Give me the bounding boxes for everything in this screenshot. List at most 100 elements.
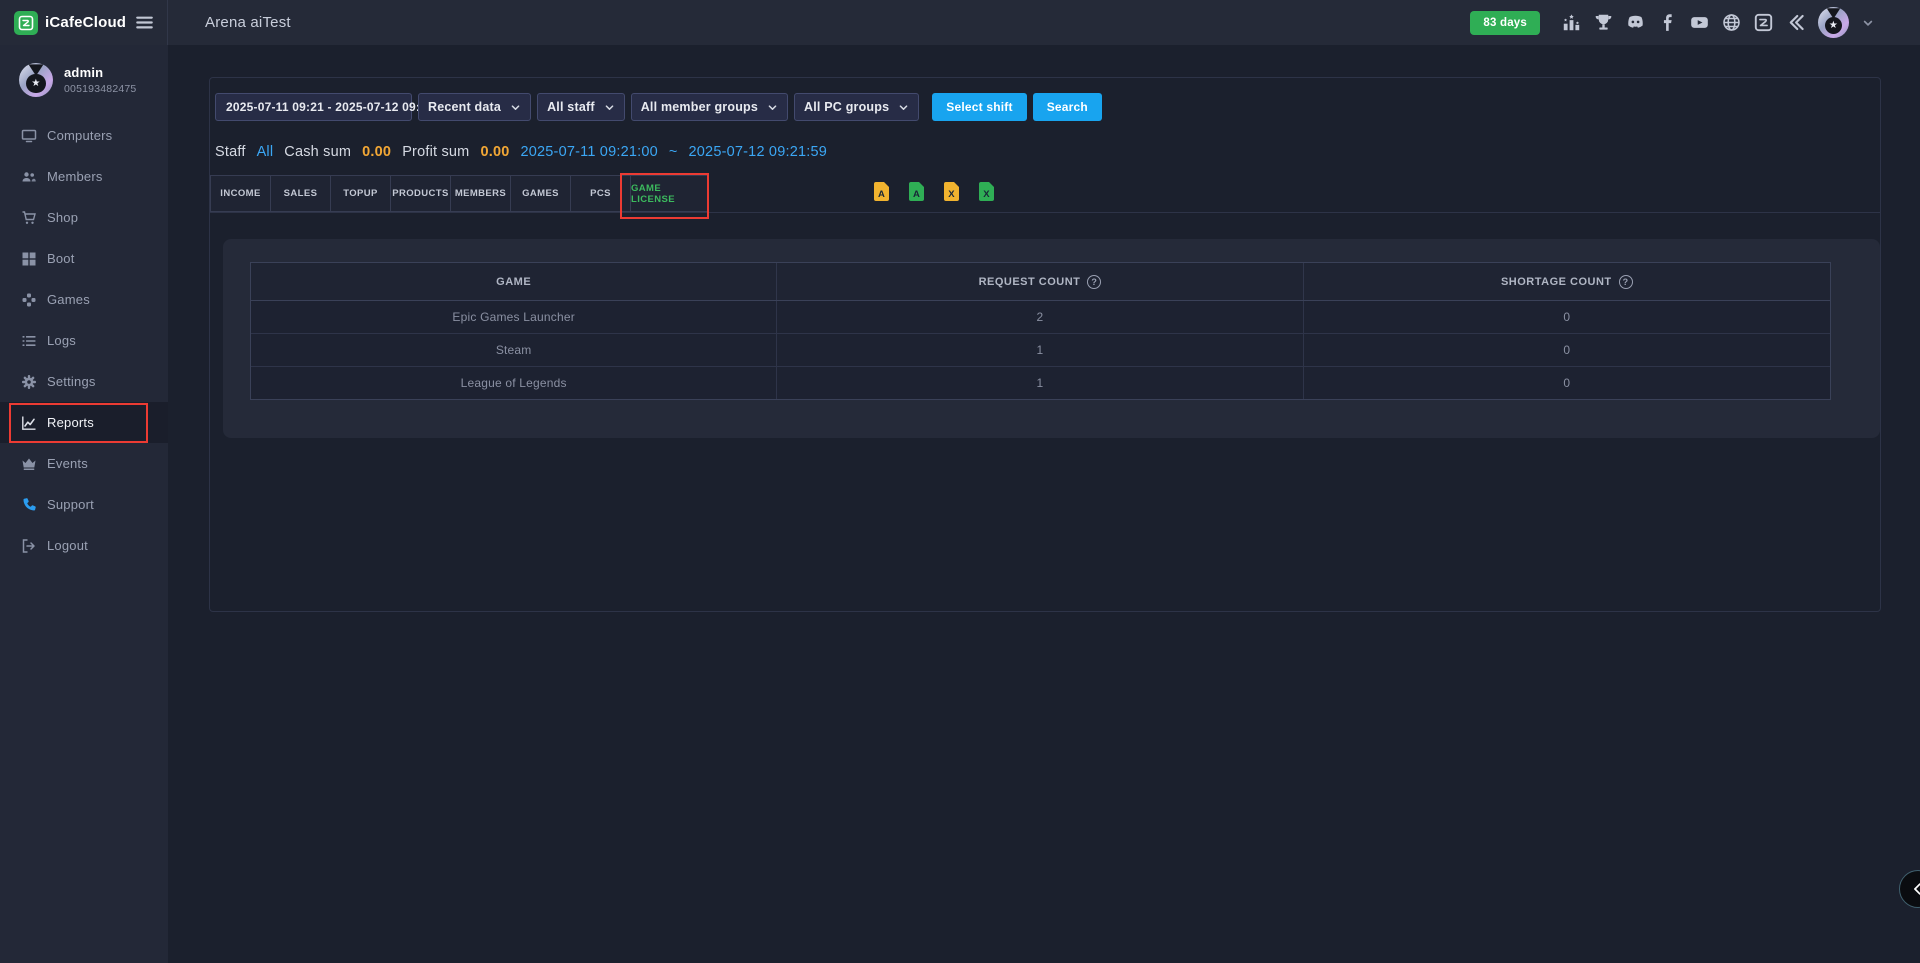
- tab-pcs[interactable]: PCS: [570, 175, 631, 212]
- hamburger-menu-icon[interactable]: [135, 13, 154, 32]
- tab-income[interactable]: INCOME: [210, 175, 271, 212]
- sidebar-item-shop[interactable]: Shop: [0, 197, 168, 238]
- period-separator: ~: [669, 144, 678, 160]
- reports-panel: 2025-07-11 09:21 - 2025-07-12 09:21 Rece…: [209, 77, 1881, 612]
- export-excel-green-button[interactable]: X: [979, 182, 994, 201]
- sidebar-item-logout[interactable]: Logout: [0, 525, 168, 566]
- list-icon: [21, 333, 37, 349]
- table-body: Epic Games Launcher20Steam10League of Le…: [251, 301, 1830, 399]
- youtube-icon[interactable]: [1690, 13, 1709, 32]
- column-label: GAME: [496, 276, 531, 288]
- sidebar-item-settings[interactable]: Settings: [0, 361, 168, 402]
- dropdown-value: All member groups: [641, 100, 758, 114]
- icafe-icon[interactable]: [1754, 13, 1773, 32]
- table-cell: 1: [777, 334, 1303, 366]
- chevron-down-icon: [767, 102, 778, 113]
- help-icon[interactable]: ?: [1087, 275, 1101, 289]
- sidebar-item-label: Logs: [47, 333, 76, 348]
- users-icon: [21, 169, 37, 185]
- export-pdf-green-button[interactable]: A: [909, 182, 924, 201]
- help-icon[interactable]: ?: [1619, 275, 1633, 289]
- sidebar-item-label: Events: [47, 456, 88, 471]
- tab-members[interactable]: MEMBERS: [450, 175, 511, 212]
- tab-products[interactable]: PRODUCTS: [390, 175, 451, 212]
- gear-icon: [21, 374, 37, 390]
- table-header-row: GAMEREQUEST COUNT?SHORTAGE COUNT?: [251, 263, 1830, 301]
- table-column-header-1: REQUEST COUNT?: [777, 263, 1303, 300]
- ranking-icon[interactable]: [1562, 13, 1581, 32]
- select-shift-button[interactable]: Select shift: [932, 93, 1026, 121]
- recent-data-select[interactable]: Recent data: [418, 93, 531, 121]
- account-chevron-down-icon[interactable]: [1862, 17, 1874, 29]
- sidebar-item-label: Logout: [47, 538, 88, 553]
- staff-value[interactable]: All: [257, 144, 274, 160]
- windows-icon: [21, 251, 37, 267]
- sidebar-item-games[interactable]: Games: [0, 279, 168, 320]
- cash-sum-value: 0.00: [362, 144, 391, 160]
- pc-groups-select[interactable]: All PC groups: [794, 93, 919, 121]
- facebook-icon[interactable]: [1658, 13, 1677, 32]
- export-pdf-yellow-button[interactable]: A: [874, 182, 889, 201]
- sidebar-item-label: Games: [47, 292, 90, 307]
- main-content: 2025-07-11 09:21 - 2025-07-12 09:21 Rece…: [168, 45, 1920, 963]
- topbar: iCafeCloud Arena aiTest 83 days ★: [0, 0, 1920, 45]
- cash-sum-label: Cash sum: [284, 144, 351, 160]
- table-cell: 0: [1304, 334, 1830, 366]
- export-excel-yellow-button[interactable]: X: [944, 182, 959, 201]
- report-card: GAMEREQUEST COUNT?SHORTAGE COUNT? Epic G…: [223, 239, 1880, 438]
- sidebar-item-support[interactable]: Support: [0, 484, 168, 525]
- brand-name: iCafeCloud: [45, 14, 126, 31]
- table-cell: 2: [777, 301, 1303, 333]
- icafecloud-logo[interactable]: iCafeCloud: [14, 11, 126, 35]
- sidebar-item-label: Members: [47, 169, 103, 184]
- tab-sales[interactable]: SALES: [270, 175, 331, 212]
- sidebar-user-info: admin 005193482475: [64, 65, 136, 95]
- table-row[interactable]: Epic Games Launcher20: [251, 301, 1830, 334]
- logout-icon: [21, 538, 37, 554]
- sidebar-user-block: ★ admin 005193482475: [0, 45, 168, 97]
- sidebar: ★ admin 005193482475 Computers Members Sho…: [0, 45, 168, 963]
- table-row[interactable]: Steam10: [251, 334, 1830, 367]
- globe-icon[interactable]: [1722, 13, 1741, 32]
- sidebar-item-reports[interactable]: Reports: [0, 402, 168, 443]
- tab-game-license[interactable]: GAME LICENSE: [630, 175, 708, 212]
- staff-select[interactable]: All staff: [537, 93, 625, 121]
- date-range-input[interactable]: 2025-07-11 09:21 - 2025-07-12 09:21: [215, 93, 412, 121]
- profit-sum-label: Profit sum: [402, 144, 469, 160]
- chevron-down-icon: [898, 102, 909, 113]
- chevrons-icon[interactable]: [1786, 13, 1805, 32]
- profit-sum-value: 0.00: [480, 144, 509, 160]
- trophy-icon[interactable]: [1594, 13, 1613, 32]
- sidebar-item-events[interactable]: Events: [0, 443, 168, 484]
- column-label: REQUEST COUNT: [979, 276, 1081, 288]
- user-avatar[interactable]: ★: [1818, 7, 1849, 38]
- sidebar-item-computers[interactable]: Computers: [0, 115, 168, 156]
- table-cell: Steam: [251, 334, 777, 366]
- monitor-icon: [21, 128, 37, 144]
- sidebar-item-label: Support: [47, 497, 94, 512]
- member-groups-select[interactable]: All member groups: [631, 93, 788, 121]
- crown-icon: [21, 456, 37, 472]
- license-days-badge[interactable]: 83 days: [1470, 11, 1540, 35]
- tab-topup[interactable]: TOPUP: [330, 175, 391, 212]
- tab-games[interactable]: GAMES: [510, 175, 571, 212]
- table-row[interactable]: League of Legends10: [251, 367, 1830, 399]
- sidebar-item-members[interactable]: Members: [0, 156, 168, 197]
- sidebar-item-label: Computers: [47, 128, 112, 143]
- sidebar-item-boot[interactable]: Boot: [0, 238, 168, 279]
- sidebar-item-label: Settings: [47, 374, 96, 389]
- sidebar-user-avatar[interactable]: ★: [19, 63, 53, 97]
- chevron-down-icon: [604, 102, 615, 113]
- discord-icon[interactable]: [1626, 13, 1645, 32]
- tab-label: INCOME: [220, 188, 260, 199]
- table-column-header-2: SHORTAGE COUNT?: [1304, 263, 1830, 300]
- table-cell: 0: [1304, 367, 1830, 399]
- search-button[interactable]: Search: [1033, 93, 1102, 121]
- tab-label: SALES: [284, 188, 318, 199]
- game-license-table: GAMEREQUEST COUNT?SHORTAGE COUNT? Epic G…: [250, 262, 1831, 400]
- cart-icon: [21, 210, 37, 226]
- dropdown-value: All PC groups: [804, 100, 889, 114]
- sidebar-item-label: Boot: [47, 251, 75, 266]
- filter-bar: 2025-07-11 09:21 - 2025-07-12 09:21 Rece…: [215, 93, 1102, 121]
- sidebar-item-logs[interactable]: Logs: [0, 320, 168, 361]
